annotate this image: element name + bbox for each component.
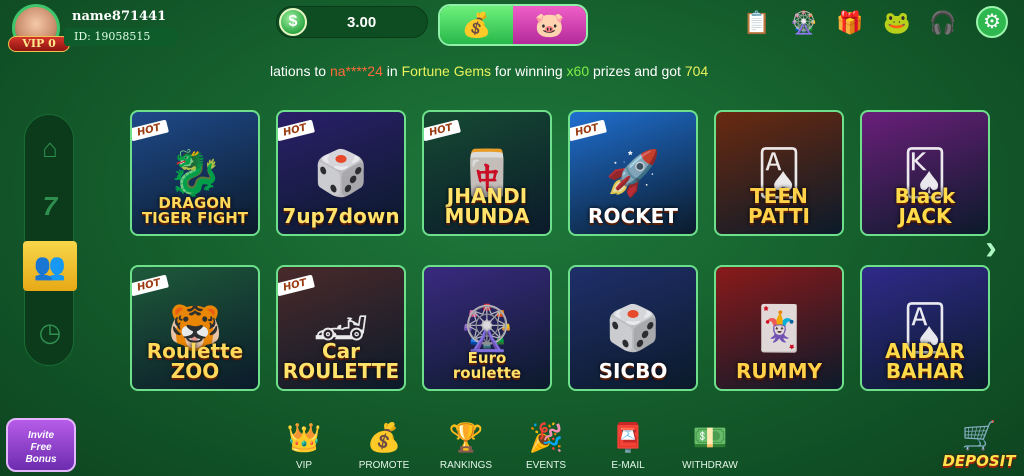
mailbox-icon: 📮 [610,422,646,453]
money-bag-icon: 💰 [366,422,402,453]
support-icon[interactable]: 🎧 [926,6,960,40]
game-tile[interactable]: 🎡 Euro roulette [422,265,552,391]
coin-icon: $ [279,8,307,36]
game-title: Roulette ZOO [146,339,244,383]
game-tile[interactable]: 🂮 Black JACK [860,110,990,236]
game-title: Car ROULETTE [282,339,400,383]
marquee-text: for winning [491,63,567,79]
winner-marquee: lations to na****24 in Fortune Gems for … [270,63,708,79]
game-tile[interactable]: 🏎 HOT Car ROULETTE [276,265,406,391]
invite-label: Invite [27,430,55,441]
game-title: 7up7down [282,204,400,228]
marquee-text: in [382,63,402,79]
game-title: TEEN PATTI [748,184,810,228]
piggy-bank-icon[interactable]: 🐷 [513,6,586,44]
lucky-wheel-icon[interactable]: 🎡 [787,6,821,40]
nav-promote[interactable]: 💰 PROMOTE [346,420,422,476]
game-title: Euro roulette [452,349,522,382]
category-sidebar: ⌂ 7 👥 ◷ [23,114,77,366]
vip-badge: VIP 0 [8,36,70,52]
nav-label: PROMOTE [358,460,410,471]
game-tile[interactable]: 🎲 HOT 7up7down [276,110,406,236]
game-title: ANDAR BAHAR [885,339,965,383]
nav-events[interactable]: 🎉 EVENTS [508,420,584,476]
marquee-game: Fortune Gems [401,63,492,79]
crown-icon: 👑 [286,422,322,453]
settings-gear-icon[interactable]: ⚙ [976,6,1008,38]
nav-label: WITHDRAW [682,460,738,471]
next-page-arrow-icon[interactable]: › [978,228,1004,268]
party-icon: 🎉 [528,422,564,453]
marquee-multiplier: x60 [566,63,590,79]
nav-label: VIP [295,460,313,471]
game-tile[interactable]: 🃏 RUMMY [714,265,844,391]
cash-icon: 💵 [692,422,728,453]
mascot-icon[interactable]: 🐸 [880,6,914,40]
game-tile[interactable]: 🚀 HOT ROCKET [568,110,698,236]
balance-value: 3.00 [347,14,377,31]
marquee-player: na****24 [329,63,383,79]
gift-icon[interactable]: 🎁 [833,6,867,40]
game-title: SICBO [598,359,668,383]
home-icon[interactable]: ⌂ [25,123,75,173]
nav-email[interactable]: 📮 E-MAIL [590,420,666,476]
invite-bonus-button[interactable]: Invite Free Bonus [6,418,76,472]
treasure-chest-icon[interactable]: 💰 [440,6,513,44]
marquee-amount: 704 [684,63,709,79]
nav-label: EVENTS [525,460,566,471]
marquee-text: prizes and got [589,63,685,79]
game-title: ROCKET [588,204,678,228]
nav-label: RANKINGS [439,460,493,471]
game-title: Black JACK [894,184,956,228]
cart-icon: 🛒 [961,420,997,451]
username: name871441 [72,9,167,24]
deposit-button[interactable]: 🛒 DEPOSIT [936,420,1022,474]
slots-icon[interactable]: 7 [25,181,75,231]
game-tile[interactable]: 🀄 HOT JHANDI MUNDA [422,110,552,236]
promo-switch[interactable]: 💰 🐷 [438,4,588,46]
nav-vip[interactable]: 👑 VIP [266,420,342,476]
invite-label: Free [30,442,52,453]
multiplayer-icon[interactable]: 👥 [23,241,77,291]
nav-label: E-MAIL [611,460,645,471]
game-title: DRAGON TIGER FIGHT [141,194,249,227]
game-tile[interactable]: 🐯 HOT Roulette ZOO [130,265,260,391]
game-tile[interactable]: 🎲 SICBO [568,265,698,391]
nav-withdraw[interactable]: 💵 WITHDRAW [672,420,748,476]
history-icon[interactable]: ◷ [25,307,75,357]
balance-display[interactable]: $ 3.00 [276,6,428,38]
deposit-label: DEPOSIT [942,452,1016,470]
user-id: ID: 19058515 [64,28,178,46]
game-tile[interactable]: 🐉 HOT DRAGON TIGER FIGHT [130,110,260,236]
nav-rankings[interactable]: 🏆 RANKINGS [428,420,504,476]
game-title: JHANDI MUNDA [444,184,530,228]
tasks-icon[interactable]: 📋 [740,6,774,40]
trophy-icon: 🏆 [448,422,484,453]
marquee-text: lations to [270,63,330,79]
game-tile[interactable]: 🂡 ANDAR BAHAR [860,265,990,391]
game-title: RUMMY [736,359,822,383]
game-tile[interactable]: 🂡 TEEN PATTI [714,110,844,236]
invite-label: Bonus [25,454,57,465]
